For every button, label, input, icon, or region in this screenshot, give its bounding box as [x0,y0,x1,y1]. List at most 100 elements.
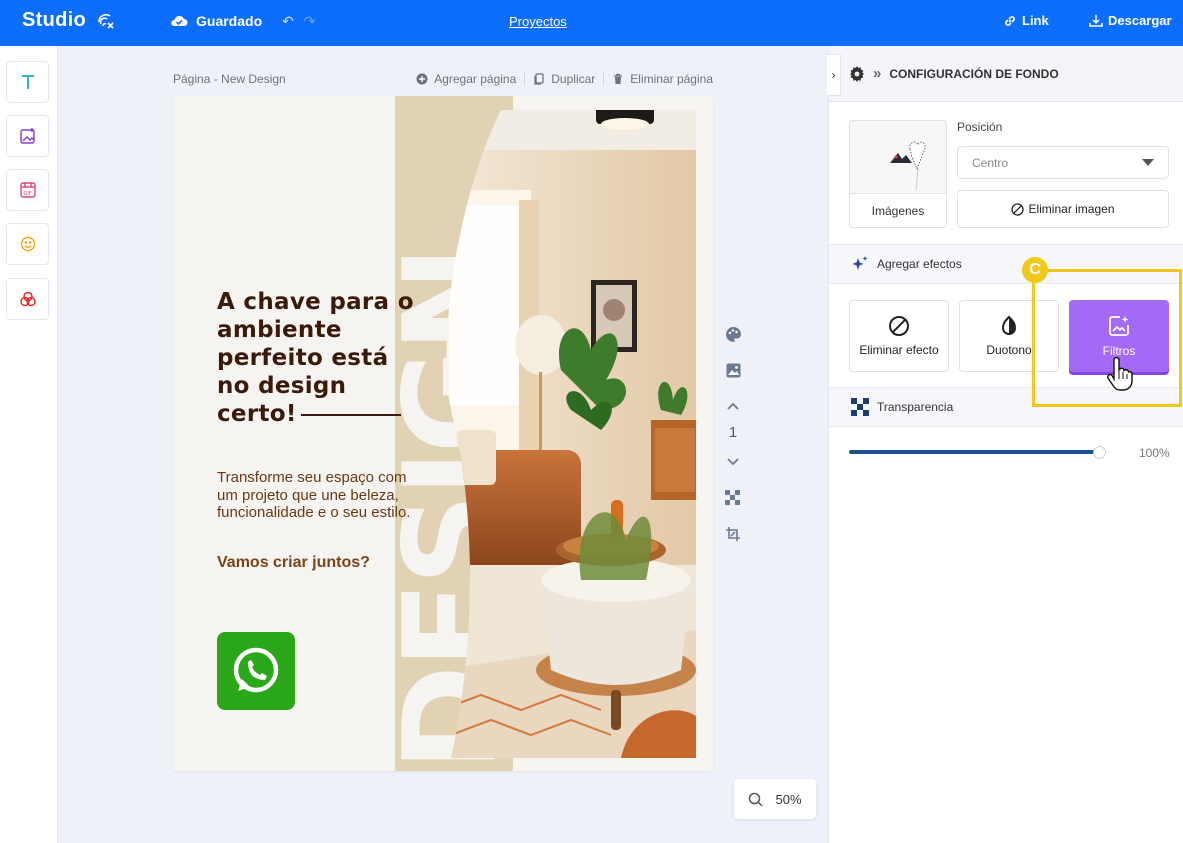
page-number: 1 [728,424,738,441]
transparency-button[interactable] [723,488,743,508]
sparkles-icon [852,256,868,270]
crop-icon [726,527,740,541]
download-button-label: Descargar [1108,13,1172,28]
ban-icon [889,316,909,336]
duplicate-page-label: Duplicar [551,72,596,86]
image-placeholder-icon [890,141,926,192]
image-icon [726,363,740,377]
palette-icon [725,326,741,342]
history-controls: ↶ ↷ [282,13,315,30]
link-button[interactable]: Link [1003,13,1049,28]
previous-page-button[interactable] [723,396,743,416]
gif-tool-button[interactable]: GIF [6,169,49,211]
ban-icon [1011,202,1025,216]
smiley-icon [20,236,35,252]
undo-icon[interactable]: ↶ [282,13,294,30]
app-logo[interactable]: Studio [22,9,116,32]
background-image-thumbnail[interactable]: Imágenes [849,120,947,228]
page-header: Página - New Design Agregar página Dupli… [173,72,713,86]
cloud-check-icon [171,15,188,26]
thumbnail-preview [850,121,946,194]
color-palette-button[interactable] [723,324,743,344]
emoji-tool-button[interactable] [6,223,49,265]
slider-handle[interactable] [1092,446,1106,459]
add-page-button[interactable]: Agregar página [416,72,516,86]
page-title: Página - New Design [173,72,286,86]
divider [524,72,526,86]
duotone-label: Duotono [986,343,1032,357]
logo-text: Studio [22,9,87,31]
copy-icon [534,73,544,85]
transparency-slider[interactable] [849,446,1106,459]
panel-header: » CONFIGURACIÓN DE FONDO [829,46,1183,102]
checkerboard-icon [851,398,869,416]
design-canvas[interactable]: DESIGN A chave para o ambiente perfeito … [173,96,713,771]
transparency-value: 100% [1139,446,1170,460]
headline-underline [300,413,401,416]
remove-image-label: Eliminar imagen [1028,202,1115,216]
annotation-marker: C [1022,257,1048,283]
panel-collapse-toggle[interactable]: › [827,54,841,96]
image-tool-button[interactable] [6,115,49,157]
position-select[interactable]: Centro [957,146,1169,179]
divider [603,72,605,86]
save-status: Guardado [170,13,262,29]
headline-text: A chave para o ambiente perfeito está no… [217,289,414,427]
delete-page-button[interactable]: Eliminar página [612,72,713,86]
design-cta-text[interactable]: Vamos criar juntos? [217,554,370,572]
position-label: Posición [957,120,1003,134]
images-label: Imágenes [871,204,925,218]
shapes-tool-button[interactable] [6,278,49,320]
next-page-button[interactable] [723,452,743,472]
remove-image-button[interactable]: Eliminar imagen [957,190,1169,228]
remove-effect-button[interactable]: Eliminar efecto [849,300,949,372]
save-status-label: Guardado [196,13,263,29]
hand-cursor-icon [1107,357,1133,391]
position-value: Centro [972,155,1009,170]
delete-page-label: Eliminar página [630,72,713,86]
download-icon [1089,14,1103,27]
link-button-label: Link [1022,13,1049,28]
transparency-title: Transparencia [877,400,954,414]
slider-track [849,450,1099,454]
zoom-level: 50% [775,791,802,807]
double-chevron-icon: » [873,65,882,82]
remove-effect-label: Eliminar efecto [859,343,939,357]
add-page-label: Agregar página [434,72,517,86]
design-headline[interactable]: A chave para o ambiente perfeito está no… [217,288,427,428]
design-body-text[interactable]: Transforme seu espaço com um projeto que… [217,469,427,522]
search-icon [749,792,764,807]
room-photo[interactable] [441,110,696,758]
chevron-down-icon [727,458,739,466]
panel-title: CONFIGURACIÓN DE FONDO [889,66,1059,81]
chevron-up-icon [727,402,739,410]
svg-text:GIF: GIF [23,191,31,197]
tool-sidebar: GIF [0,46,58,843]
projects-link[interactable]: Proyectos [509,14,567,29]
link-icon [1005,15,1015,26]
chevron-right-icon: › [831,68,836,82]
checkerboard-icon [725,490,740,505]
zoom-control[interactable]: 50% [734,779,816,819]
shapes-icon [19,291,36,307]
gif-icon: GIF [19,182,36,198]
gear-icon [850,65,864,82]
duplicate-page-button[interactable]: Duplicar [533,72,595,86]
effects-title: Agregar efectos [877,257,962,271]
plus-circle-icon [416,73,428,85]
download-button[interactable]: Descargar [1089,13,1172,28]
trash-icon [614,73,623,84]
top-bar: Studio Guardado ↶ ↷ Proyectos Link Desca… [0,0,1183,46]
redo-icon[interactable]: ↷ [304,13,316,30]
text-icon [21,75,34,89]
background-image-button[interactable] [723,360,743,380]
living-room-illustration [446,110,696,758]
crop-button[interactable] [723,524,743,544]
background-settings-panel: » CONFIGURACIÓN DE FONDO Imágenes Posici… [828,46,1183,843]
whatsapp-logo[interactable] [217,632,295,710]
cloud-sync-icon [98,13,114,29]
caret-down-icon [1142,159,1154,166]
contrast-icon [1001,315,1017,335]
whatsapp-icon [233,647,279,693]
text-tool-button[interactable] [6,61,49,103]
